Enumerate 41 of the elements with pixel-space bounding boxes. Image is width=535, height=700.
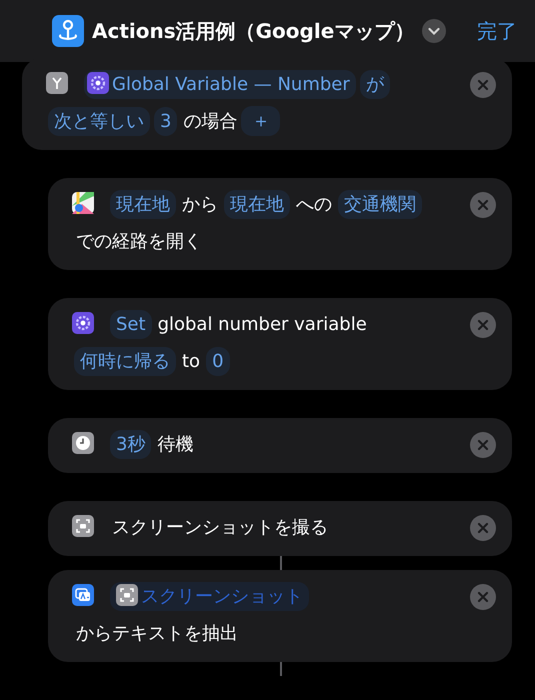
- close-icon[interactable]: [470, 72, 496, 98]
- chevron-down-icon[interactable]: [422, 19, 446, 43]
- parameter-token[interactable]: 現在地: [110, 190, 176, 219]
- parameter-token[interactable]: が: [360, 70, 390, 99]
- clock-icon: [72, 432, 94, 454]
- action-card[interactable]: 3秒 待機: [48, 418, 512, 473]
- parameter-token[interactable]: 3秒: [110, 430, 152, 459]
- action-text: の場合: [183, 110, 238, 134]
- action-text: to: [182, 350, 200, 374]
- parameter-token[interactable]: 何時に帰る: [74, 347, 176, 376]
- text-extract-icon: [72, 584, 94, 606]
- screenshot-icon: [116, 584, 138, 606]
- action-card[interactable]: 現在地 から 現在地 への 交通機関 での経路を開く: [48, 178, 512, 270]
- parameter-token[interactable]: 次と等しい: [48, 107, 150, 136]
- action-text: での経路を開く: [76, 230, 202, 254]
- variable-token[interactable]: Global Variable — Number: [84, 70, 356, 99]
- add-button[interactable]: ＋: [241, 106, 280, 136]
- action-card[interactable]: Set global number variable 何時に帰る to 0: [48, 298, 512, 390]
- action-text: への: [296, 193, 332, 217]
- close-icon[interactable]: [470, 515, 496, 541]
- screenshot-icon: [72, 515, 94, 537]
- parameter-token[interactable]: Set: [110, 310, 152, 339]
- parameter-token[interactable]: 現在地: [224, 190, 290, 219]
- action-text: global number variable: [158, 313, 367, 337]
- parameter-token[interactable]: 3: [154, 107, 178, 136]
- maps-icon: [72, 192, 94, 214]
- close-icon[interactable]: [470, 192, 496, 218]
- close-icon[interactable]: [470, 432, 496, 458]
- close-icon[interactable]: [470, 312, 496, 338]
- action-text: スクリーンショットを撮る: [112, 516, 328, 540]
- done-button[interactable]: 完了: [477, 16, 517, 46]
- action-text: からテキストを抽出: [76, 622, 238, 646]
- action-text: から: [182, 193, 218, 217]
- gear-icon: [87, 72, 109, 94]
- close-icon[interactable]: [470, 584, 496, 610]
- shortcut-title[interactable]: Actions活用例（Googleマップ）: [92, 16, 414, 46]
- parameter-token[interactable]: 0: [206, 347, 230, 376]
- if-icon: [46, 72, 68, 94]
- action-text: 待機: [157, 433, 194, 457]
- parameter-token[interactable]: 交通機関: [338, 190, 422, 219]
- gear-icon: [72, 312, 94, 334]
